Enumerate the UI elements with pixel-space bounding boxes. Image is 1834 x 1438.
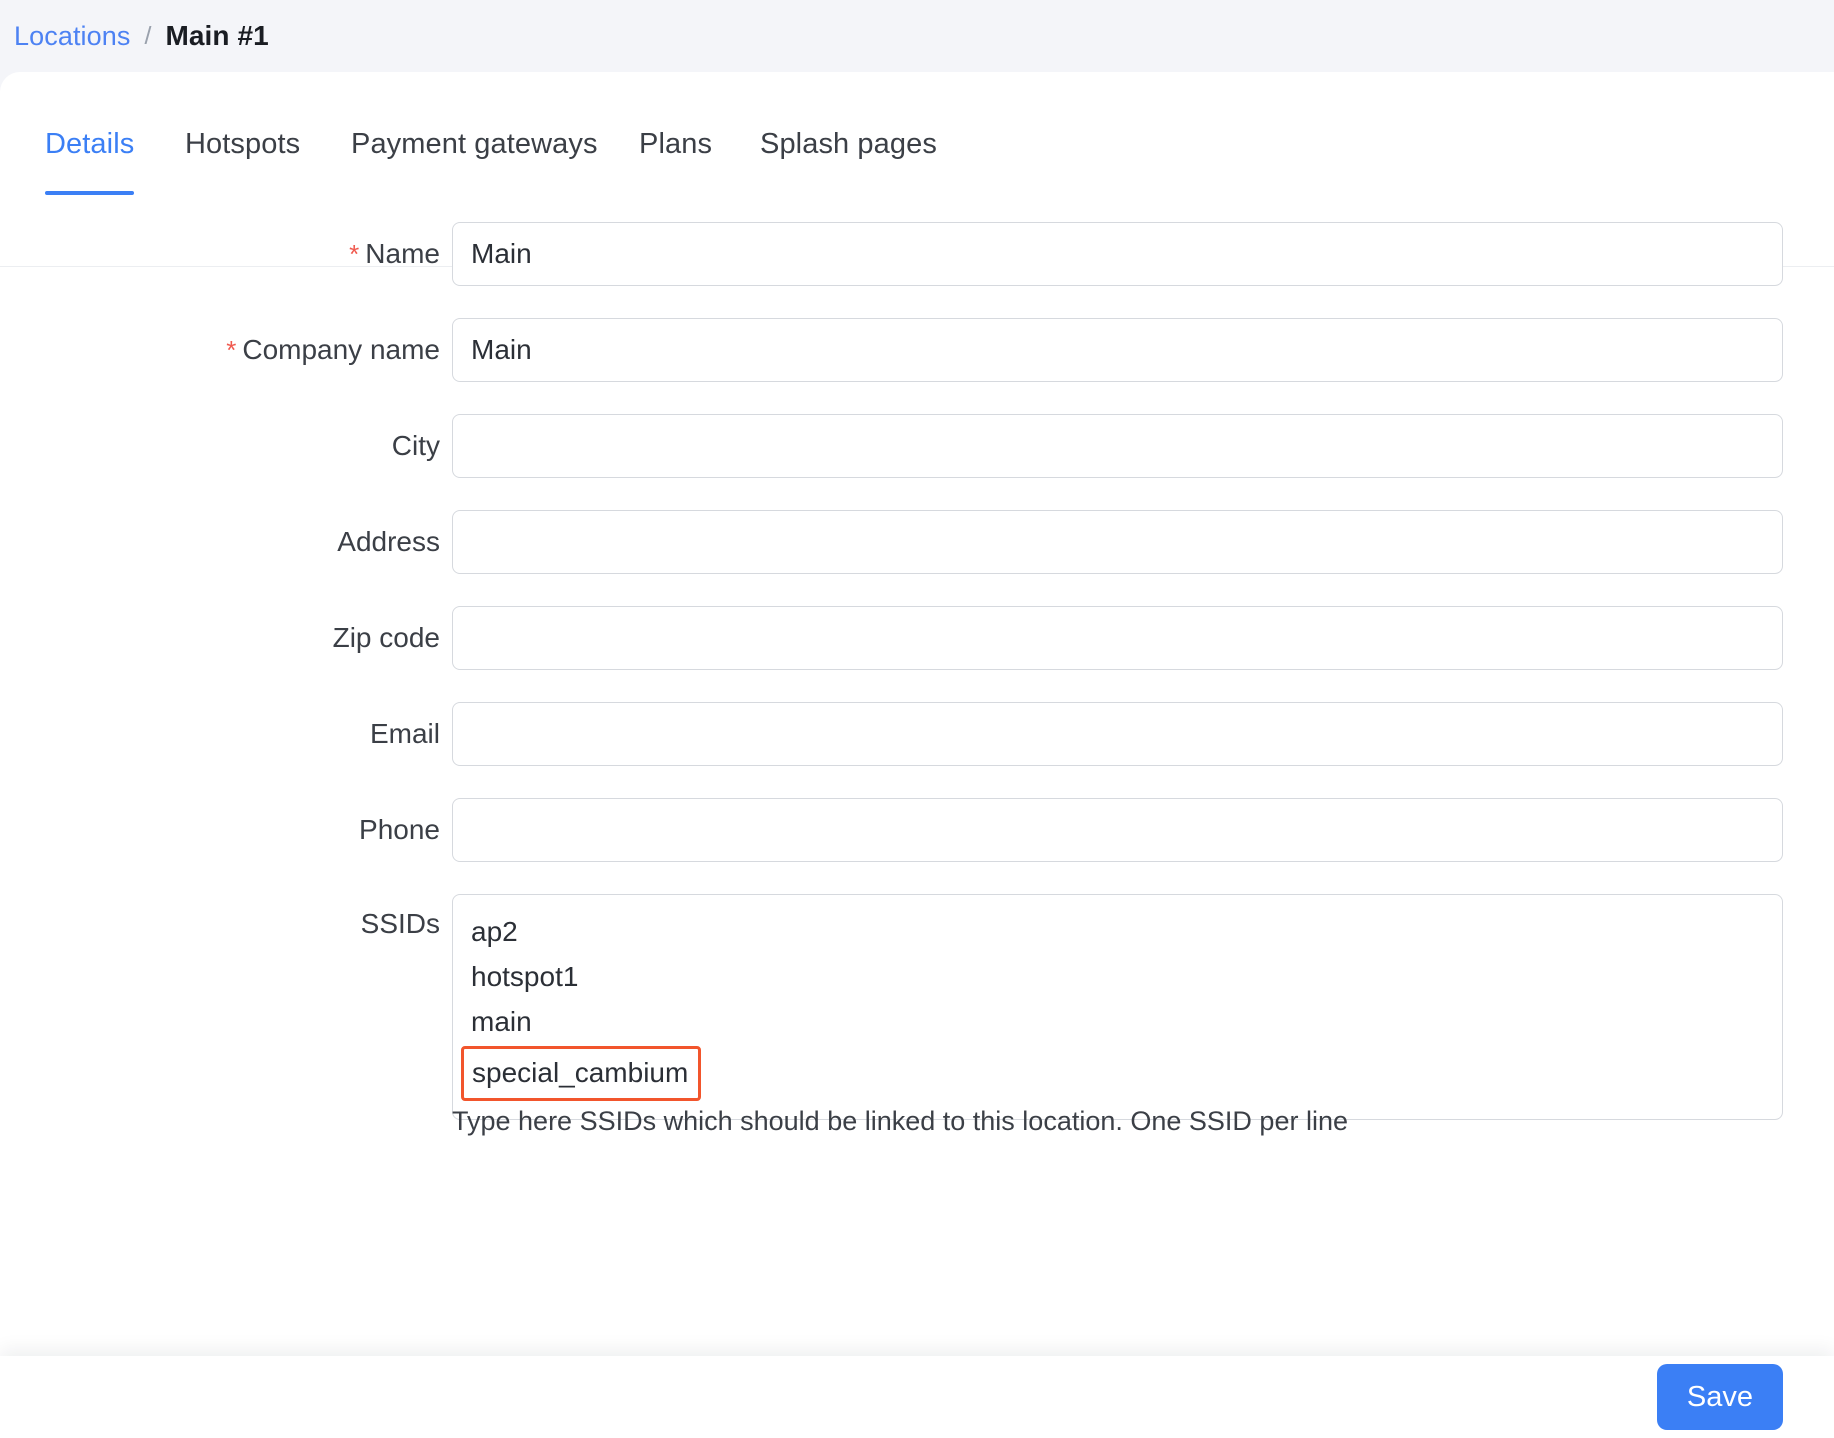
field-city-label: City	[391, 430, 440, 461]
city-input[interactable]	[452, 414, 1783, 478]
field-phone-label: Phone	[359, 814, 440, 845]
tab-details[interactable]: Details	[45, 128, 135, 195]
field-name-control	[452, 222, 1783, 286]
address-input[interactable]	[452, 510, 1783, 574]
ssid-line: hotspot1	[471, 961, 579, 992]
tab-splash-pages[interactable]: Splash pages	[760, 128, 937, 195]
field-name-label: * Name	[0, 222, 440, 286]
content-card: Details Hotspots Payment gateways Plans …	[0, 72, 1834, 1438]
field-name-label-text: Name	[365, 238, 440, 269]
ssid-line: ap2	[471, 916, 518, 947]
save-button[interactable]: Save	[1656, 1364, 1783, 1430]
location-details-page: Locations / Main #1 Details Hotspots Pay…	[0, 0, 1834, 1438]
ssid-line-highlighted: special_cambium	[461, 1046, 702, 1101]
field-phone-control	[452, 798, 1783, 862]
field-name: * Name	[0, 222, 1834, 318]
breadcrumb-link-locations[interactable]: Locations	[14, 21, 130, 52]
field-address-label: Address	[337, 526, 440, 557]
phone-input[interactable]	[452, 798, 1783, 862]
company-name-input[interactable]	[452, 318, 1783, 382]
field-zip-code: Zip code	[0, 606, 1834, 702]
ssid-line-highlight-wrapper: special_cambium	[461, 1044, 1764, 1101]
field-email-label: Email	[369, 718, 440, 749]
field-city: City	[0, 414, 1834, 510]
breadcrumb-separator: /	[144, 21, 152, 50]
field-city-control	[452, 414, 1783, 478]
details-form: *Name *Company name City	[0, 222, 1834, 1174]
breadcrumb: Locations / Main #1	[0, 0, 1834, 72]
form-footer: Save	[0, 1356, 1834, 1438]
ssids-help-text: Type here SSIDs which should be linked t…	[452, 1106, 1348, 1136]
tab-payment-gateways[interactable]: Payment gateways	[351, 128, 598, 195]
field-company-name: * Company name	[0, 318, 1834, 414]
field-address-control	[452, 510, 1783, 574]
field-company-name-control	[452, 318, 1783, 382]
field-email: Email	[0, 702, 1834, 798]
name-input[interactable]	[452, 222, 1783, 286]
field-company-name-label-text: Company name	[242, 334, 440, 365]
page-title: Main #1	[165, 20, 269, 51]
field-company-name-label: * Company name	[0, 318, 440, 382]
tab-plans[interactable]: Plans	[639, 128, 712, 195]
field-phone: Phone	[0, 798, 1834, 894]
field-zip-code-control	[452, 606, 1783, 670]
tab-hotspots[interactable]: Hotspots	[185, 128, 300, 195]
field-zip-code-label: Zip code	[332, 622, 440, 653]
field-email-control	[452, 702, 1783, 766]
required-marker-icon: *	[349, 239, 360, 269]
ssids-textarea[interactable]: ap2 hotspot1 main special_cambium	[452, 894, 1783, 1120]
field-ssids: SSIDs ap2 hotspot1 main special_cambium …	[0, 894, 1834, 1174]
field-ssids-label: SSIDs	[360, 908, 440, 939]
zip-code-input[interactable]	[452, 606, 1783, 670]
ssid-line: main	[471, 1006, 532, 1037]
required-marker-icon: *	[226, 335, 237, 365]
email-input[interactable]	[452, 702, 1783, 766]
field-address: Address	[0, 510, 1834, 606]
tab-bar: Details Hotspots Payment gateways Plans …	[0, 128, 1834, 267]
